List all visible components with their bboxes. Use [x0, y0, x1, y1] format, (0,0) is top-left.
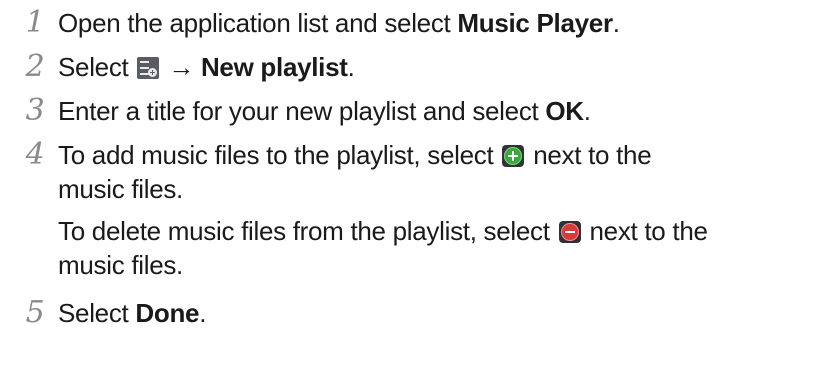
step-5: 5 Select Done.: [0, 296, 820, 330]
step-bold-term: Done: [135, 298, 200, 328]
step-line: To delete music files from the playlist,…: [58, 214, 820, 248]
step-bold-term: New playlist: [200, 52, 348, 82]
step-4: 4 To add music files to the playlist, se…: [0, 138, 820, 282]
step-text: To delete music files from the playlist,…: [58, 216, 557, 246]
arrow-text: →: [161, 52, 201, 82]
step-text: Enter a title for your new playlist and …: [58, 96, 546, 126]
step-punctuation: .: [199, 298, 207, 328]
step-3: 3 Enter a title for your new playlist an…: [0, 94, 820, 128]
step-punctuation: .: [583, 96, 591, 126]
step-bold-term: OK: [545, 96, 584, 126]
step-2: 2 Select → New playlist.: [0, 50, 820, 84]
instruction-steps: 1 Open the application list and select M…: [0, 0, 820, 330]
delete-red-icon: [558, 221, 581, 243]
step-punctuation: .: [612, 8, 620, 38]
playlist-menu-icon: [137, 57, 160, 79]
step-number: 3: [25, 93, 45, 128]
step-text: next to the: [526, 140, 652, 170]
step-punctuation: .: [347, 52, 355, 82]
step-number: 1: [25, 5, 45, 40]
step-text: Select: [58, 298, 136, 328]
step-text: To add music files to the playlist, sele…: [58, 140, 501, 170]
step-line: music files.: [58, 250, 183, 280]
step-number: 2: [25, 49, 45, 84]
step-text: next to the: [582, 216, 708, 246]
step-1: 1 Open the application list and select M…: [0, 6, 820, 40]
step-bold-term: Music Player: [457, 8, 613, 38]
step-line: music files.: [58, 174, 183, 204]
step-number: 4: [25, 137, 45, 172]
step-text: Open the application list and select: [58, 8, 458, 38]
step-line: To add music files to the playlist, sele…: [58, 138, 820, 172]
add-green-icon: [502, 145, 525, 167]
step-text: Select: [58, 52, 136, 82]
step-number: 5: [25, 295, 45, 330]
